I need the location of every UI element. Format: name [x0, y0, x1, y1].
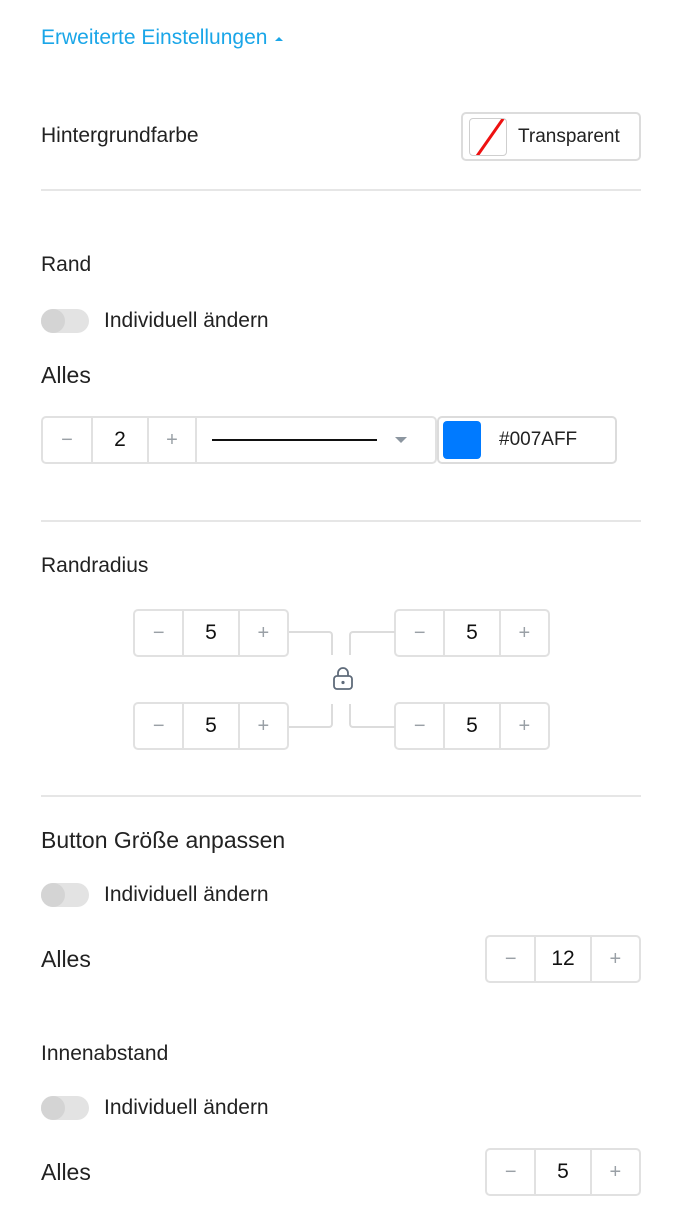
background-color-picker[interactable]: Transparent: [461, 112, 641, 161]
radius-top-right-minus-button[interactable]: −: [396, 611, 443, 655]
border-width-plus-button[interactable]: +: [149, 418, 197, 462]
padding-value[interactable]: 5: [534, 1150, 592, 1194]
advanced-settings-toggle[interactable]: Erweiterte Einstellungen: [41, 26, 284, 50]
button-size-minus-button[interactable]: −: [487, 937, 534, 981]
padding-individual-switch[interactable]: [41, 1096, 89, 1120]
radius-bottom-right-value[interactable]: 5: [443, 704, 501, 748]
radius-top-right-stepper: − 5 +: [394, 609, 550, 657]
color-swatch-icon: [443, 421, 481, 459]
divider: [41, 520, 641, 522]
button-size-all-label: Alles: [41, 946, 91, 972]
lock-icon[interactable]: [332, 666, 354, 690]
solid-line-icon: [212, 439, 377, 441]
button-size-individual-row: Individuell ändern: [41, 883, 269, 907]
radius-top-left-value[interactable]: 5: [182, 611, 240, 655]
background-color-label: Hintergrundfarbe: [41, 124, 199, 147]
padding-all-label: Alles: [41, 1159, 91, 1185]
button-size-individual-label: Individuell ändern: [104, 883, 269, 906]
button-size-stepper: − 12 +: [485, 935, 641, 983]
radius-section-title: Randradius: [41, 554, 149, 577]
padding-individual-row: Individuell ändern: [41, 1096, 269, 1120]
border-width-style-control: − 2 +: [41, 416, 437, 464]
connector-bottom-left: [289, 704, 333, 728]
radius-bottom-left-stepper: − 5 +: [133, 702, 289, 750]
border-color-value: #007AFF: [499, 429, 578, 450]
border-width-minus-button[interactable]: −: [43, 418, 91, 462]
radius-bottom-right-minus-button[interactable]: −: [396, 704, 443, 748]
radius-top-left-plus-button[interactable]: +: [240, 611, 287, 655]
button-size-individual-switch[interactable]: [41, 883, 89, 907]
padding-individual-label: Individuell ändern: [104, 1096, 269, 1119]
connector-top-right: [349, 631, 395, 655]
connector-bottom-right: [349, 704, 395, 728]
connector-top-left: [289, 631, 333, 655]
button-size-value[interactable]: 12: [534, 937, 592, 981]
padding-section-title: Innenabstand: [41, 1042, 169, 1065]
border-individual-row: Individuell ändern: [41, 309, 269, 333]
border-width-value[interactable]: 2: [91, 418, 149, 462]
border-color-picker[interactable]: #007AFF: [437, 416, 617, 464]
radius-bottom-right-stepper: − 5 +: [394, 702, 550, 750]
radius-bottom-left-minus-button[interactable]: −: [135, 704, 182, 748]
divider: [41, 795, 641, 797]
border-style-select[interactable]: [197, 418, 435, 462]
radius-top-right-value[interactable]: 5: [443, 611, 501, 655]
border-individual-label: Individuell ändern: [104, 309, 269, 332]
advanced-settings-label: Erweiterte Einstellungen: [41, 26, 268, 49]
border-all-label: Alles: [41, 362, 91, 388]
caret-up-icon: [275, 37, 284, 41]
radius-bottom-left-plus-button[interactable]: +: [240, 704, 287, 748]
divider: [41, 189, 641, 191]
padding-plus-button[interactable]: +: [592, 1150, 639, 1194]
button-size-section-title: Button Größe anpassen: [41, 827, 286, 853]
padding-stepper: − 5 +: [485, 1148, 641, 1196]
transparent-swatch-icon: [469, 117, 507, 156]
radius-bottom-right-plus-button[interactable]: +: [501, 704, 548, 748]
border-individual-switch[interactable]: [41, 309, 89, 333]
radius-top-right-plus-button[interactable]: +: [501, 611, 548, 655]
radius-bottom-left-value[interactable]: 5: [182, 704, 240, 748]
padding-minus-button[interactable]: −: [487, 1150, 534, 1194]
chevron-down-icon: [395, 437, 407, 443]
radius-top-left-stepper: − 5 +: [133, 609, 289, 657]
background-color-value: Transparent: [518, 125, 620, 147]
border-section-title: Rand: [41, 253, 92, 276]
radius-top-left-minus-button[interactable]: −: [135, 611, 182, 655]
button-size-plus-button[interactable]: +: [592, 937, 639, 981]
